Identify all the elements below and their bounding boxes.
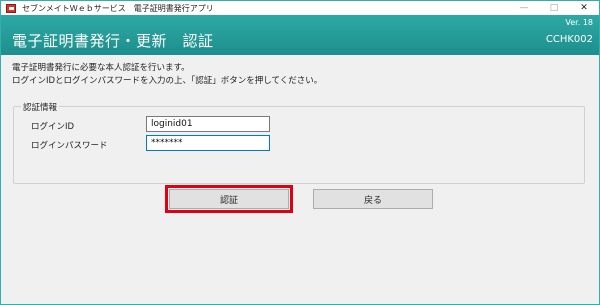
close-button[interactable]: ✕: [569, 1, 599, 15]
window-controls: — □ ✕: [509, 1, 599, 15]
instruction-line-2: ログインIDとログインパスワードを入力の上、「認証」ボタンを押してください。: [12, 76, 323, 86]
login-id-label: ログインID: [31, 122, 75, 132]
login-id-input[interactable]: loginid01: [146, 116, 270, 132]
screen-id: CCHK002: [545, 34, 593, 45]
maximize-button[interactable]: □: [539, 1, 569, 15]
app-window: セブンメイトＷｅｂサービス 電子証明書発行アプリ — □ ✕ Ver. 18 電…: [0, 0, 600, 305]
app-icon: [6, 3, 16, 13]
minimize-button[interactable]: —: [509, 1, 539, 15]
instructions: 電子証明書発行に必要な本人認証を行います。 ログインIDとログインパスワードを入…: [12, 62, 322, 88]
auth-info-group: 認証情報 ログインID loginid01 ログインパスワード *******: [13, 101, 585, 184]
highlight-box: [165, 185, 293, 213]
window-title: セブンメイトＷｅｂサービス 電子証明書発行アプリ: [22, 3, 214, 13]
instruction-line-1: 電子証明書発行に必要な本人認証を行います。: [12, 63, 190, 73]
version-label: Ver. 18: [565, 18, 593, 27]
password-label: ログインパスワード: [31, 141, 108, 151]
auth-info-legend: 認証情報: [21, 101, 60, 113]
page-header: Ver. 18 電子証明書発行・更新 認証 CCHK002: [1, 15, 599, 55]
back-button[interactable]: 戻る: [313, 189, 433, 209]
title-bar: セブンメイトＷｅｂサービス 電子証明書発行アプリ — □ ✕: [1, 1, 599, 15]
password-input[interactable]: *******: [146, 135, 270, 151]
page-title: 電子証明書発行・更新 認証: [12, 32, 214, 50]
